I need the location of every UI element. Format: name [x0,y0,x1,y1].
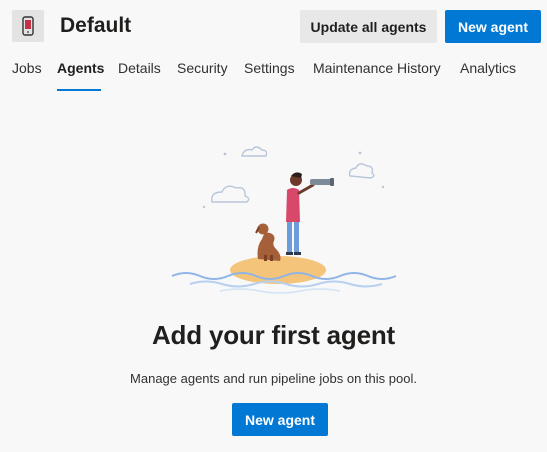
sparkle-dot [358,151,362,155]
tab-bar: Jobs Agents Details Security Settings Ma… [0,56,547,92]
cloud-icon [211,185,250,203]
new-agent-button[interactable]: New agent [445,10,541,43]
empty-state-title: Add your first agent [151,320,395,350]
phone-icon [12,10,44,42]
sparkle-dot [202,205,206,209]
tab-jobs[interactable]: Jobs [12,56,42,90]
active-tab-indicator [57,89,101,91]
tab-settings[interactable]: Settings [244,56,295,90]
sparkle-dot [223,152,227,156]
cloud-icon [241,146,268,157]
tab-analytics[interactable]: Analytics [460,56,516,90]
tab-security[interactable]: Security [177,56,228,90]
page-header: Default Update all agents New agent [0,0,547,52]
tab-details[interactable]: Details [118,56,161,90]
empty-state-illustration [160,128,400,298]
update-all-agents-button[interactable]: Update all agents [300,10,437,43]
cloud-icon [348,163,375,179]
empty-state-description: Manage agents and run pipeline jobs on t… [130,371,417,386]
sparkle-dot [381,185,385,189]
new-agent-cta-button[interactable]: New agent [232,403,328,436]
dog-figure [255,223,281,261]
page-title: Default [60,14,132,37]
tab-agents[interactable]: Agents [57,56,104,90]
tab-maintenance-history[interactable]: Maintenance History [313,56,441,90]
person-figure [286,172,334,255]
